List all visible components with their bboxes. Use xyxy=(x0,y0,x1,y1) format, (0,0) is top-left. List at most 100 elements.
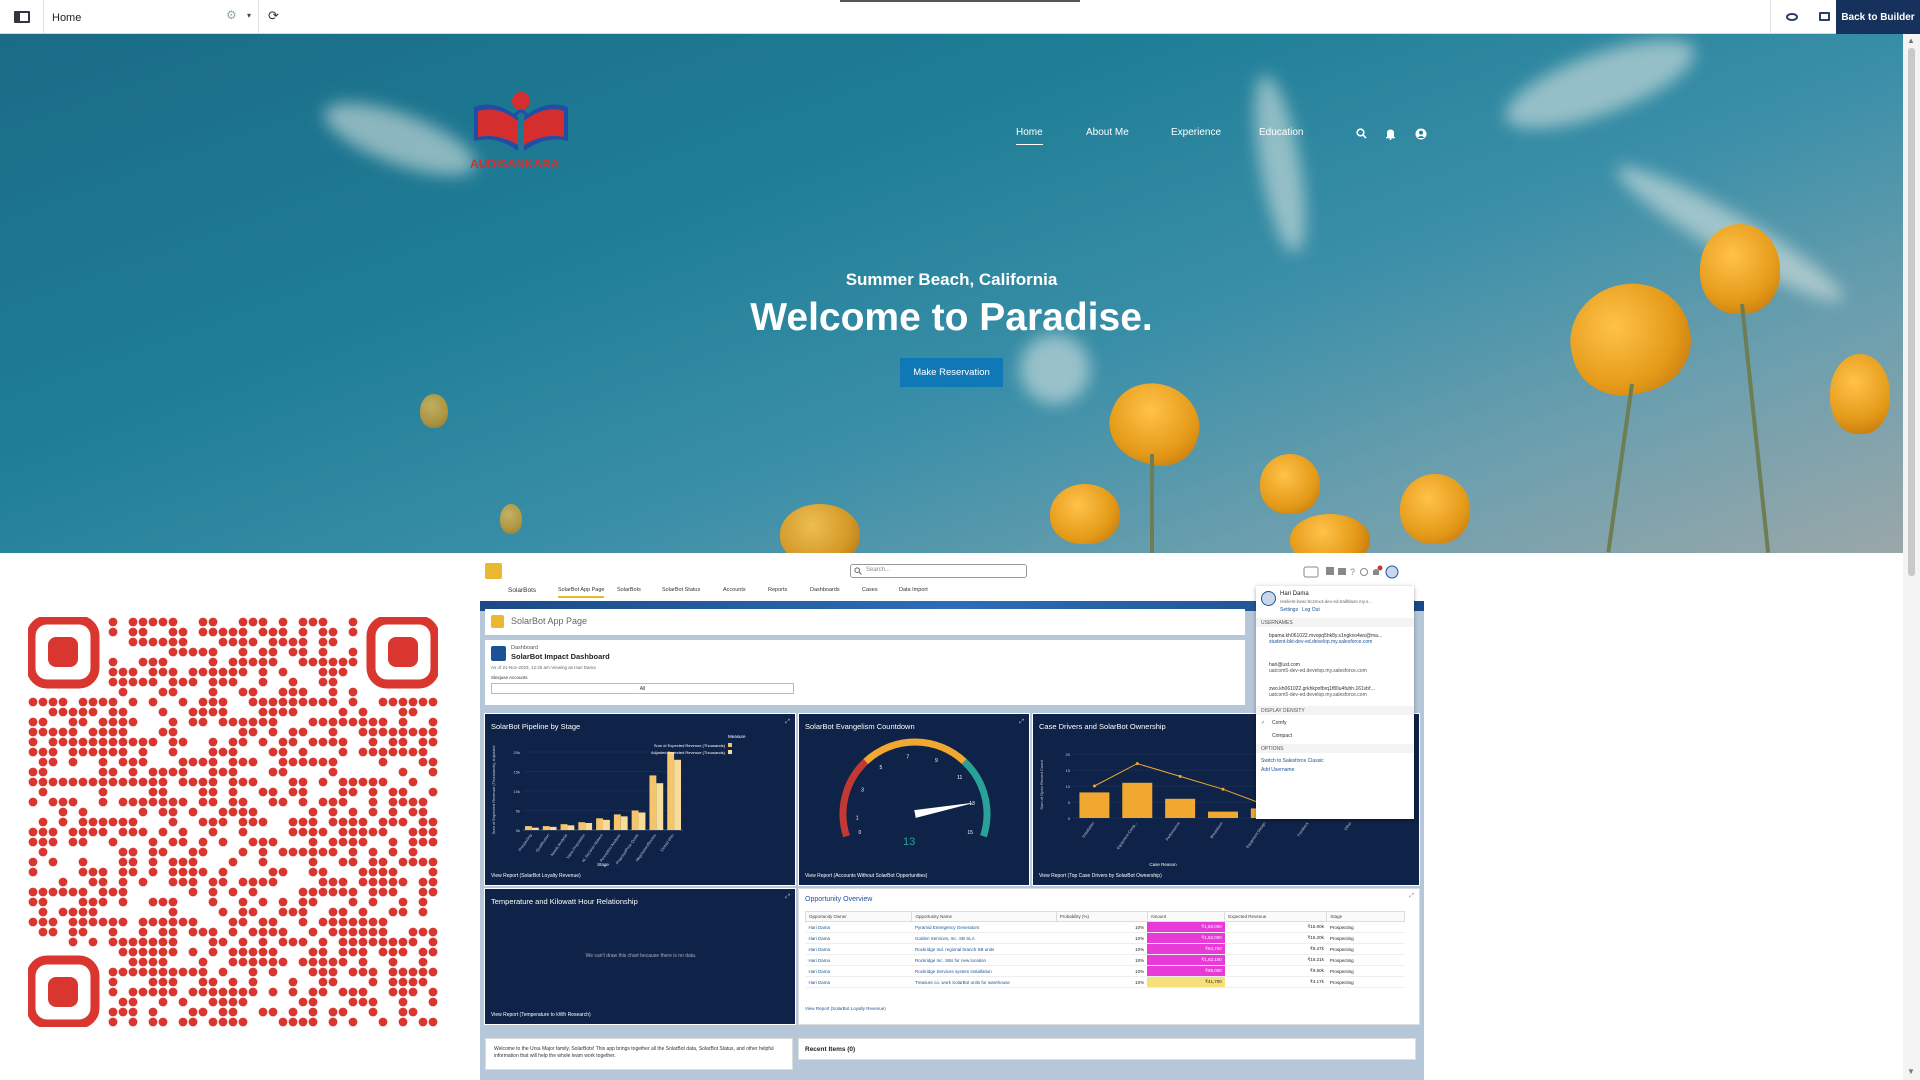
add-username-link: Add Username xyxy=(1261,767,1295,773)
flower-shape xyxy=(1400,474,1470,544)
qr-module xyxy=(38,907,48,917)
menu-icon[interactable] xyxy=(0,0,44,33)
bar xyxy=(603,819,610,830)
qr-module xyxy=(28,727,38,737)
qr-module xyxy=(358,717,368,727)
desktop-view-icon[interactable] xyxy=(1812,0,1836,33)
qr-module xyxy=(368,747,378,757)
qr-module xyxy=(288,907,298,917)
y-tick-label: 0 xyxy=(1068,816,1071,821)
stem-shape xyxy=(1150,454,1154,553)
sf-page-icon xyxy=(491,615,504,628)
qr-module xyxy=(368,737,378,747)
qr-module xyxy=(328,807,338,817)
y-tick-label: 20 xyxy=(1066,752,1071,757)
qr-module xyxy=(188,847,198,857)
qr-module xyxy=(318,757,328,767)
qr-module xyxy=(248,777,258,787)
user-avatar-icon[interactable] xyxy=(1415,128,1427,143)
qr-module xyxy=(418,1017,428,1027)
qr-module xyxy=(338,1007,348,1017)
divider xyxy=(258,0,259,33)
nav-education[interactable]: Education xyxy=(1259,127,1303,138)
qr-module xyxy=(128,1017,138,1027)
site-logo[interactable]: AUDISANKARA xyxy=(466,87,576,177)
qr-module xyxy=(148,957,158,967)
chevron-down-icon[interactable]: ▾ xyxy=(247,11,251,20)
qr-module xyxy=(288,987,298,997)
qr-module xyxy=(288,737,298,747)
scroll-down-icon[interactable]: ▼ xyxy=(1907,1067,1915,1076)
qr-module xyxy=(278,687,288,697)
qr-module xyxy=(198,797,208,807)
table-header-row: Opportunity Owner Opportunity Name Probabi… xyxy=(804,911,1405,922)
qr-module xyxy=(398,977,408,987)
qr-module xyxy=(208,737,218,747)
qr-module xyxy=(78,717,88,727)
back-to-builder-button[interactable]: Back to Builder xyxy=(1836,0,1920,34)
scroll-up-icon[interactable]: ▲ xyxy=(1907,36,1915,45)
qr-module xyxy=(278,627,288,637)
qr-module xyxy=(178,677,188,687)
sf-tab: Data Import xyxy=(899,587,928,593)
qr-module xyxy=(278,617,288,627)
qr-module xyxy=(338,987,348,997)
qr-module xyxy=(268,947,278,957)
table-cell: Hari Dama xyxy=(805,921,912,933)
nav-about-me[interactable]: About Me xyxy=(1086,127,1129,138)
qr-module xyxy=(238,897,248,907)
qr-module xyxy=(168,637,178,647)
qr-module xyxy=(428,987,438,997)
qr-module xyxy=(198,837,208,847)
qr-module xyxy=(338,747,348,757)
qr-module xyxy=(98,787,108,797)
qr-module xyxy=(128,697,138,707)
qr-module xyxy=(408,707,418,717)
bar xyxy=(613,814,621,830)
qr-module xyxy=(158,707,168,717)
welcome-text: Welcome to the Ursa Major family, SolarB… xyxy=(494,1046,774,1059)
qr-module xyxy=(308,897,318,907)
qr-module xyxy=(138,947,148,957)
qr-module xyxy=(148,657,158,667)
qr-module xyxy=(428,947,438,957)
qr-module xyxy=(238,637,248,647)
qr-module xyxy=(308,827,318,837)
bell-icon[interactable] xyxy=(1385,128,1396,143)
make-reservation-button[interactable]: Make Reservation xyxy=(900,358,1003,387)
qr-module xyxy=(108,917,118,927)
refresh-icon[interactable]: ⟳ xyxy=(268,8,279,24)
page-selector-label[interactable]: Home xyxy=(52,12,81,24)
qr-module xyxy=(218,907,228,917)
qr-module xyxy=(118,997,128,1007)
qr-module xyxy=(108,817,118,827)
qr-module xyxy=(318,777,328,787)
nav-home[interactable]: Home xyxy=(1016,127,1043,145)
search-icon[interactable] xyxy=(1356,128,1367,142)
scrollbar-thumb[interactable] xyxy=(1908,48,1915,576)
qr-module xyxy=(38,727,48,737)
y-tick-label: 10 xyxy=(1066,784,1071,789)
qr-module xyxy=(38,697,48,707)
qr-module xyxy=(28,767,38,777)
nav-experience[interactable]: Experience xyxy=(1171,127,1221,138)
qr-module xyxy=(198,957,208,967)
preview-eye-icon[interactable] xyxy=(1770,0,1812,33)
qr-module xyxy=(378,777,388,787)
qr-module xyxy=(308,1007,318,1017)
gear-icon[interactable]: ⚙ xyxy=(226,8,237,22)
qr-module xyxy=(128,627,138,637)
gauge-value: 13 xyxy=(903,836,916,848)
qr-module xyxy=(318,617,328,627)
qr-module xyxy=(348,627,358,637)
qr-module xyxy=(248,877,258,887)
qr-module xyxy=(48,857,58,867)
qr-module xyxy=(418,697,428,707)
page-scrollbar[interactable]: ▲ ▼ xyxy=(1903,34,1920,1080)
qr-module xyxy=(258,657,268,667)
qr-module xyxy=(278,1017,288,1027)
qr-module xyxy=(88,747,98,757)
qr-module xyxy=(298,647,308,657)
qr-code-image[interactable] xyxy=(28,617,438,1027)
qr-module xyxy=(348,837,358,847)
